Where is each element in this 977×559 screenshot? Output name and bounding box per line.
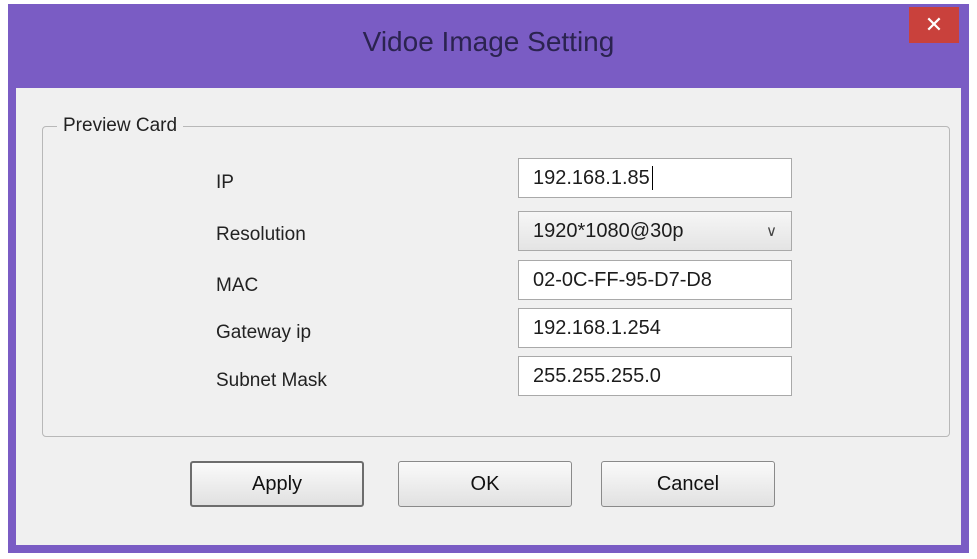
gateway-value: 192.168.1.254	[533, 316, 661, 339]
group-legend: Preview Card	[57, 115, 184, 137]
ip-value: 192.168.1.85	[533, 166, 650, 189]
apply-label: Apply	[251, 472, 303, 495]
preview-card-group: Preview Card IP 192.168.1.85 Resolution …	[42, 115, 950, 437]
close-button[interactable]: ✕	[909, 7, 959, 43]
ok-button[interactable]: OK	[398, 461, 572, 507]
subnet-mask-field[interactable]: 255.255.255.0	[518, 356, 792, 396]
mac-label: MAC	[216, 275, 259, 296]
gateway-label: Gateway ip	[216, 322, 312, 343]
apply-button[interactable]: Apply	[190, 461, 364, 507]
ip-label: IP	[216, 172, 234, 193]
dialog-window: Vidoe Image Setting ✕ Preview Card IP 19…	[8, 4, 969, 553]
gateway-ip-field[interactable]: 192.168.1.254	[518, 308, 792, 348]
dialog-body: Preview Card IP 192.168.1.85 Resolution …	[16, 88, 961, 545]
resolution-value: 1920*1080@30p	[533, 219, 684, 242]
mac-value: 02-0C-FF-95-D7-D8	[533, 268, 712, 291]
mac-field[interactable]: 02-0C-FF-95-D7-D8	[518, 260, 792, 300]
ok-label: OK	[470, 472, 500, 495]
window-title: Vidoe Image Setting	[362, 26, 615, 57]
text-caret	[651, 166, 653, 190]
ip-field[interactable]: 192.168.1.85	[518, 158, 792, 198]
cancel-button[interactable]: Cancel	[601, 461, 775, 507]
cancel-label: Cancel	[656, 472, 720, 495]
chevron-down-icon: ∨	[766, 223, 777, 240]
close-icon: ✕	[924, 12, 944, 37]
subnet-value: 255.255.255.0	[533, 364, 661, 387]
title-bar[interactable]: Vidoe Image Setting ✕	[8, 4, 969, 88]
resolution-select[interactable]: 1920*1080@30p ∨	[518, 211, 792, 251]
resolution-label: Resolution	[216, 224, 306, 245]
subnet-label: Subnet Mask	[216, 370, 327, 391]
